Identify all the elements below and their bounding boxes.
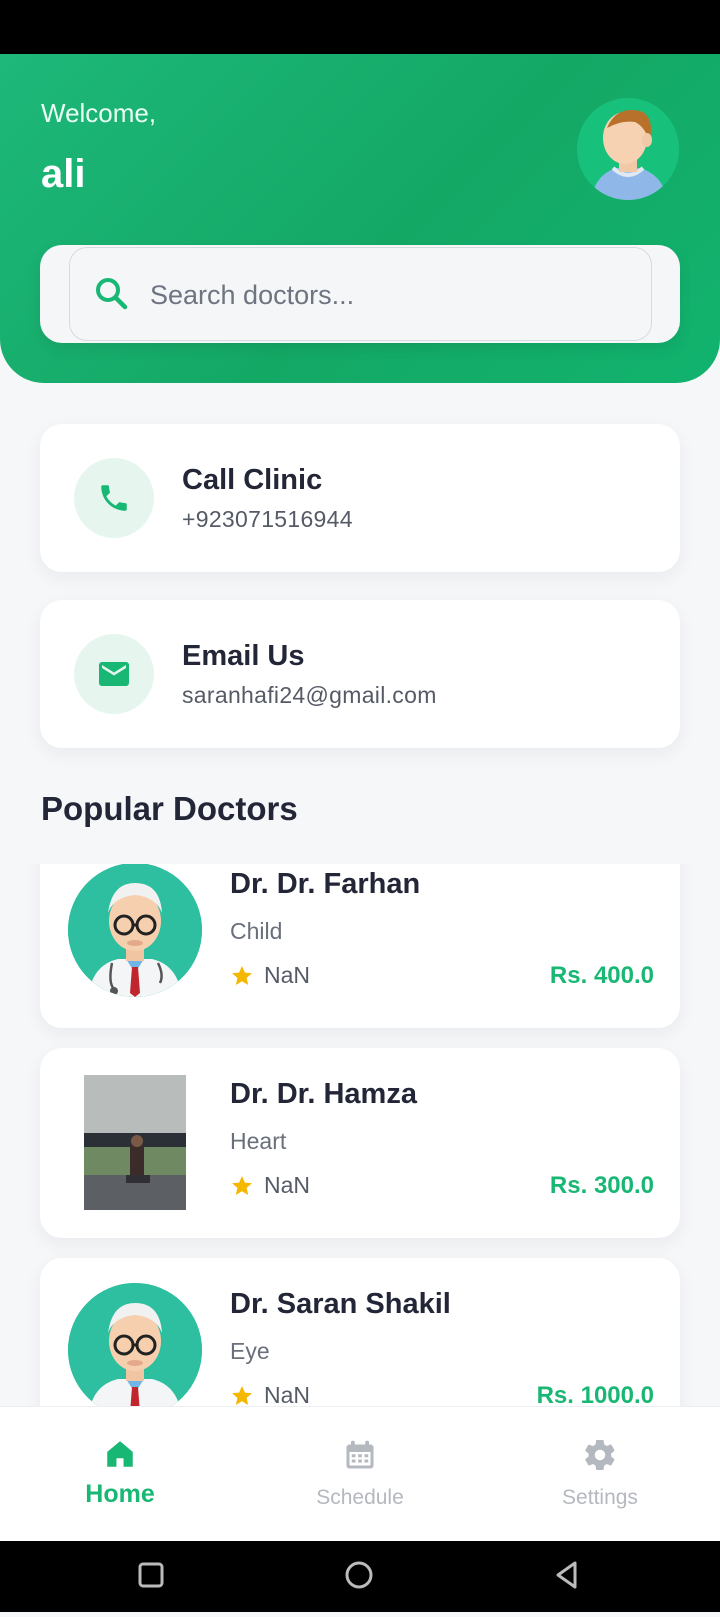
calendar-icon [346,1440,374,1469]
star-icon [232,1175,252,1195]
doctor-name: Dr. Saran Shakil [230,1288,451,1320]
mail-icon [99,662,129,686]
welcome-label: Welcome, [41,98,157,128]
doctor-rating: NaN [230,962,310,989]
doctor-price: Rs. 300.0 [549,1172,654,1199]
email-us-card[interactable]: Email Us saranhafi24@gmail.com [40,600,680,748]
nav-settings-label: Settings [562,1486,638,1509]
search-container [40,245,680,343]
profile-avatar[interactable] [577,98,679,200]
rating-value: NaN [264,962,311,988]
back-icon[interactable] [556,1561,577,1589]
star-icon [232,1385,252,1405]
doctor-price: Rs. 1000.0 [536,1382,654,1406]
search-icon [96,278,128,310]
mail-icon-circle [74,634,154,714]
bottom-nav: Home Schedule Settings [0,1406,720,1542]
doctor-illustration-icon [68,864,202,997]
recent-apps-icon[interactable] [138,1562,164,1588]
doctor-name: Dr. Dr. Hamza [230,1078,417,1110]
doctor-rating: NaN [230,1382,310,1406]
home-icon [107,1441,133,1467]
doctor-card[interactable]: Dr. Saran Shakil Eye NaN Rs. 1000.0 [40,1258,680,1406]
rating-value: NaN [264,1172,311,1198]
doctor-specialty: Eye [230,1338,270,1364]
contact-title: Email Us [182,640,305,672]
phone-icon-circle [74,458,154,538]
popular-doctors-title: Popular Doctors [41,790,298,827]
call-clinic-card[interactable]: Call Clinic +923071516944 [40,424,680,572]
doctor-avatar [68,1283,202,1406]
doctor-price: Rs. 400.0 [549,962,654,989]
nav-settings[interactable]: Settings [520,1437,680,1510]
doctor-avatar [68,864,202,997]
doctor-rating: NaN [230,1172,310,1199]
nav-schedule-label: Schedule [316,1486,404,1509]
contact-title: Call Clinic [182,464,323,496]
nav-schedule[interactable]: Schedule [280,1437,440,1510]
doctor-photo [84,1075,186,1210]
doctor-specialty: Heart [230,1128,287,1154]
gear-icon [585,1439,615,1471]
rating-value: NaN [264,1382,311,1406]
nav-home[interactable]: Home [40,1437,200,1509]
system-nav-bar [0,1541,720,1612]
search-box[interactable] [69,247,652,342]
doctor-card[interactable]: Dr. Dr. Hamza Heart NaN Rs. 300.0 [40,1048,680,1238]
username: ali [41,152,86,196]
search-input[interactable] [148,248,632,342]
doctors-list[interactable]: Dr. Dr. Farhan Child NaN Rs. 400.0 Dr. D… [0,864,720,1406]
doctor-card[interactable]: Dr. Dr. Farhan Child NaN Rs. 400.0 [40,864,680,1028]
contact-phone: +923071516944 [182,506,353,532]
status-bar [0,0,720,54]
doctor-name: Dr. Dr. Farhan [230,868,421,900]
home-system-icon[interactable] [345,1561,373,1589]
doctor-specialty: Child [230,918,283,944]
doctor-photo-image [84,1075,186,1210]
doctor-illustration-icon [68,1283,202,1406]
contact-email: saranhafi24@gmail.com [182,682,437,708]
phone-icon [101,485,127,511]
header: Welcome, ali [0,54,720,383]
user-avatar-icon [577,98,679,200]
nav-home-label: Home [85,1480,155,1508]
star-icon [232,965,252,985]
